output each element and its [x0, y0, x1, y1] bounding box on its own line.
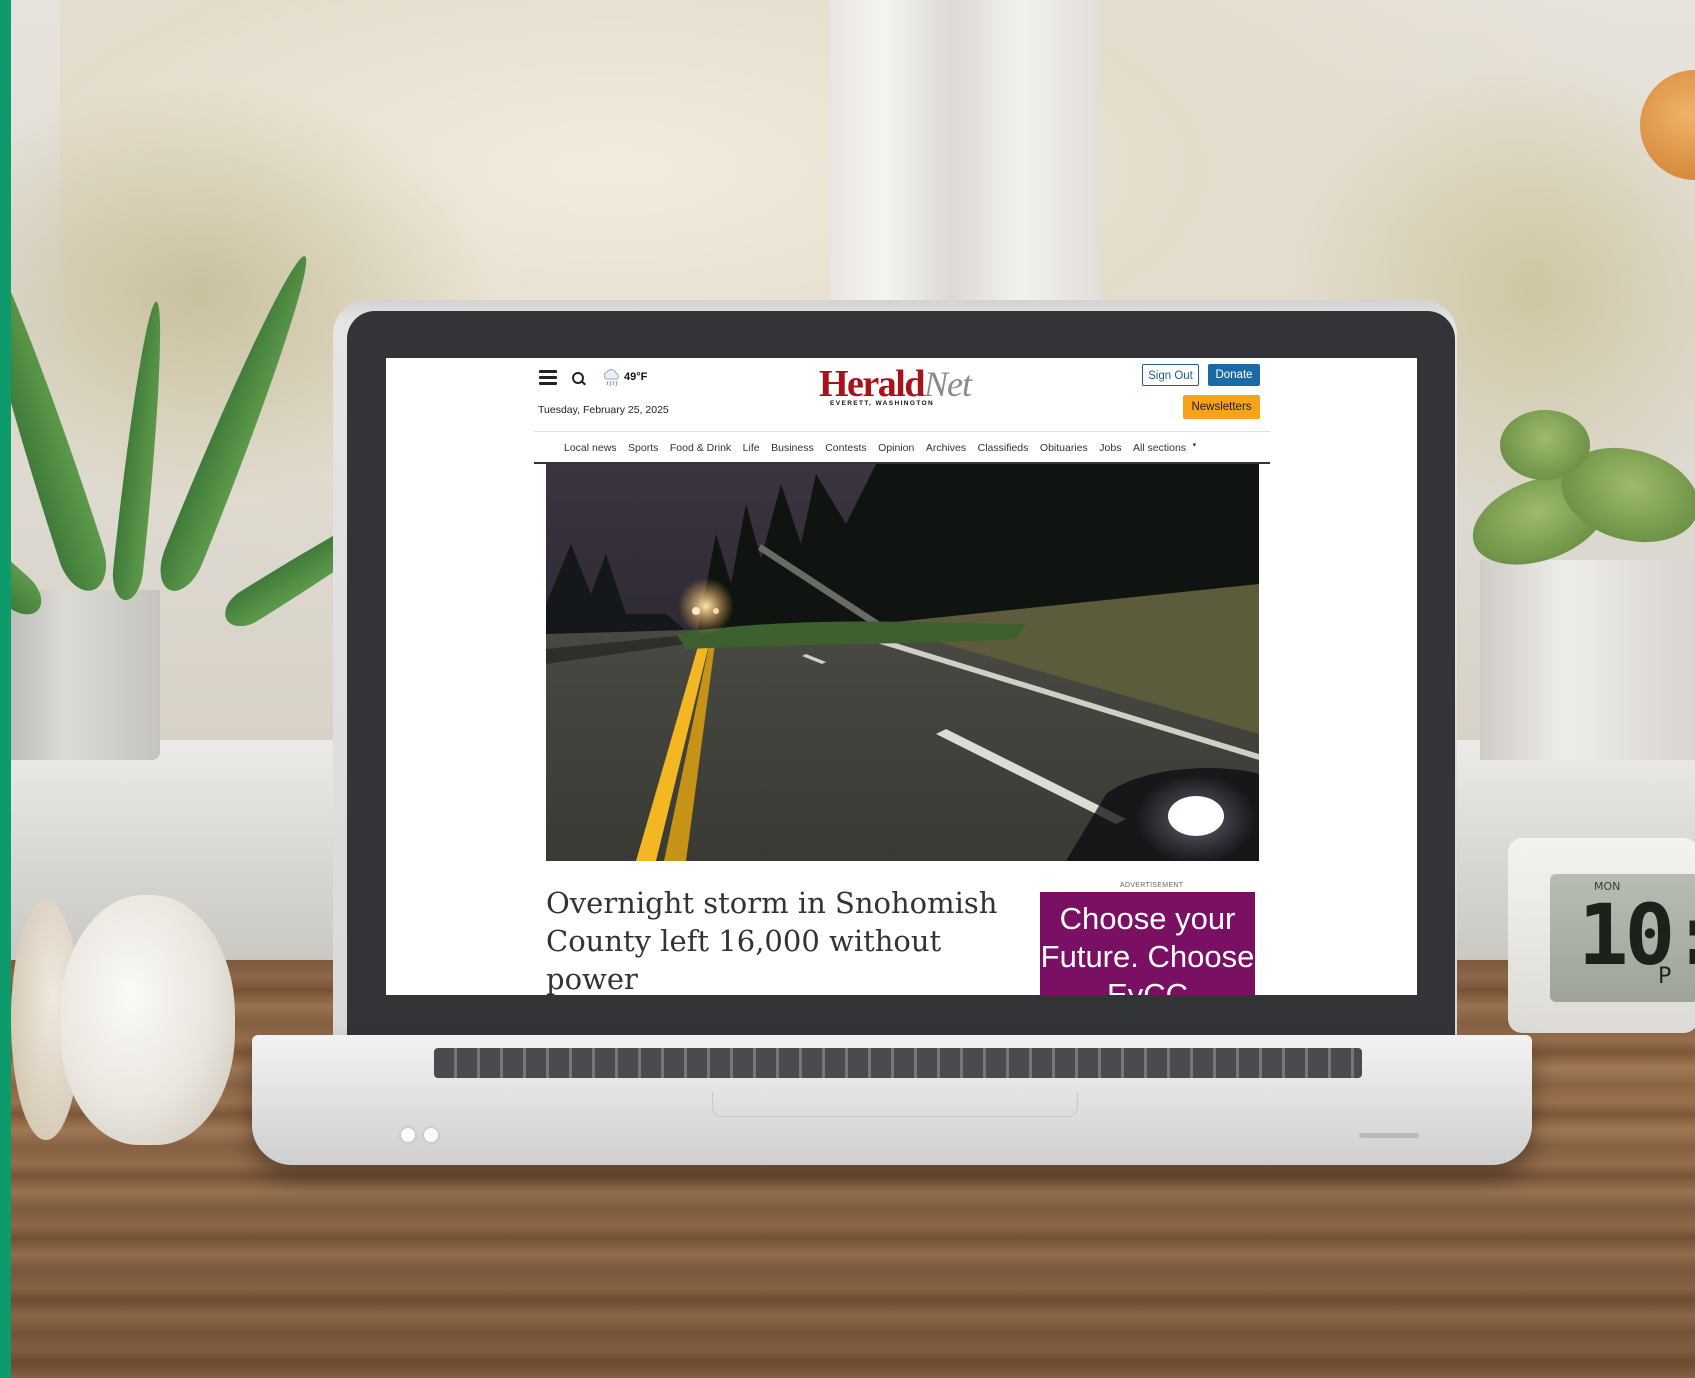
nav-all-sections[interactable]: All sections: [1133, 442, 1186, 454]
search-icon[interactable]: [572, 372, 584, 384]
hamburger-menu-icon[interactable]: [539, 370, 557, 385]
article-hero-photo[interactable]: [546, 464, 1259, 861]
current-date: Tuesday, February 25, 2025: [538, 404, 669, 416]
nav-sports[interactable]: Sports: [628, 442, 658, 454]
nav-life[interactable]: Life: [743, 442, 760, 454]
sign-out-button[interactable]: Sign Out: [1142, 364, 1199, 386]
advertisement-banner[interactable]: Choose your Future. Choose EvCC: [1040, 892, 1255, 995]
plant-pot-right: [1480, 560, 1695, 760]
rain-cloud-icon: [603, 369, 619, 387]
nav-jobs[interactable]: Jobs: [1099, 442, 1121, 454]
laptop-keyboard: [434, 1048, 1362, 1078]
succulent-leaf: [1500, 410, 1590, 480]
nav-archives[interactable]: Archives: [926, 442, 966, 454]
logo-herald: Herald: [819, 363, 925, 405]
heraldnet-logo[interactable]: HeraldNet EVERETT, WASHINGTON: [819, 362, 989, 410]
headphones: [60, 895, 235, 1145]
plant-pot-left: [0, 590, 160, 760]
nav-obituaries[interactable]: Obituaries: [1040, 442, 1088, 454]
nav-local-news[interactable]: Local news: [564, 442, 617, 454]
storm-road-photo: [546, 464, 1259, 861]
nav-contests[interactable]: Contests: [825, 442, 866, 454]
status-led: [424, 1128, 438, 1142]
laptop-trackpad: [712, 1092, 1078, 1117]
advertisement-label: ADVERTISEMENT: [1120, 882, 1184, 889]
logo-net: Net: [923, 364, 972, 404]
laptop-slot: [1359, 1133, 1419, 1138]
digital-clock: MON 10: P: [1508, 838, 1695, 1033]
newsletters-button[interactable]: Newsletters: [1183, 395, 1260, 419]
ad-copy: Choose your Future. Choose EvCC: [1040, 901, 1255, 995]
logo-location: EVERETT, WASHINGTON: [830, 400, 935, 407]
nav-business[interactable]: Business: [771, 442, 814, 454]
article-headline[interactable]: Overnight storm in Snohomish County left…: [546, 884, 1006, 995]
accent-side-bar: [0, 0, 11, 1378]
clock-period: P: [1658, 964, 1672, 989]
temperature[interactable]: 49°F: [624, 371, 647, 383]
clock-time: 10:: [1578, 886, 1695, 984]
section-nav: Local news Sports Food & Drink Life Busi…: [564, 442, 1196, 454]
laptop-screen: 49°F Tuesday, February 25, 2025 HeraldNe…: [386, 358, 1417, 995]
clock-display: MON 10: P: [1550, 874, 1695, 1002]
status-led: [401, 1128, 415, 1142]
nav-divider: [534, 431, 1270, 432]
chevron-down-icon[interactable]: ▾: [1193, 441, 1197, 453]
nav-food-drink[interactable]: Food & Drink: [670, 442, 731, 454]
nav-opinion[interactable]: Opinion: [878, 442, 914, 454]
donate-button[interactable]: Donate: [1208, 364, 1260, 386]
window-mullion: [830, 0, 1100, 300]
nav-classifieds[interactable]: Classifieds: [978, 442, 1029, 454]
